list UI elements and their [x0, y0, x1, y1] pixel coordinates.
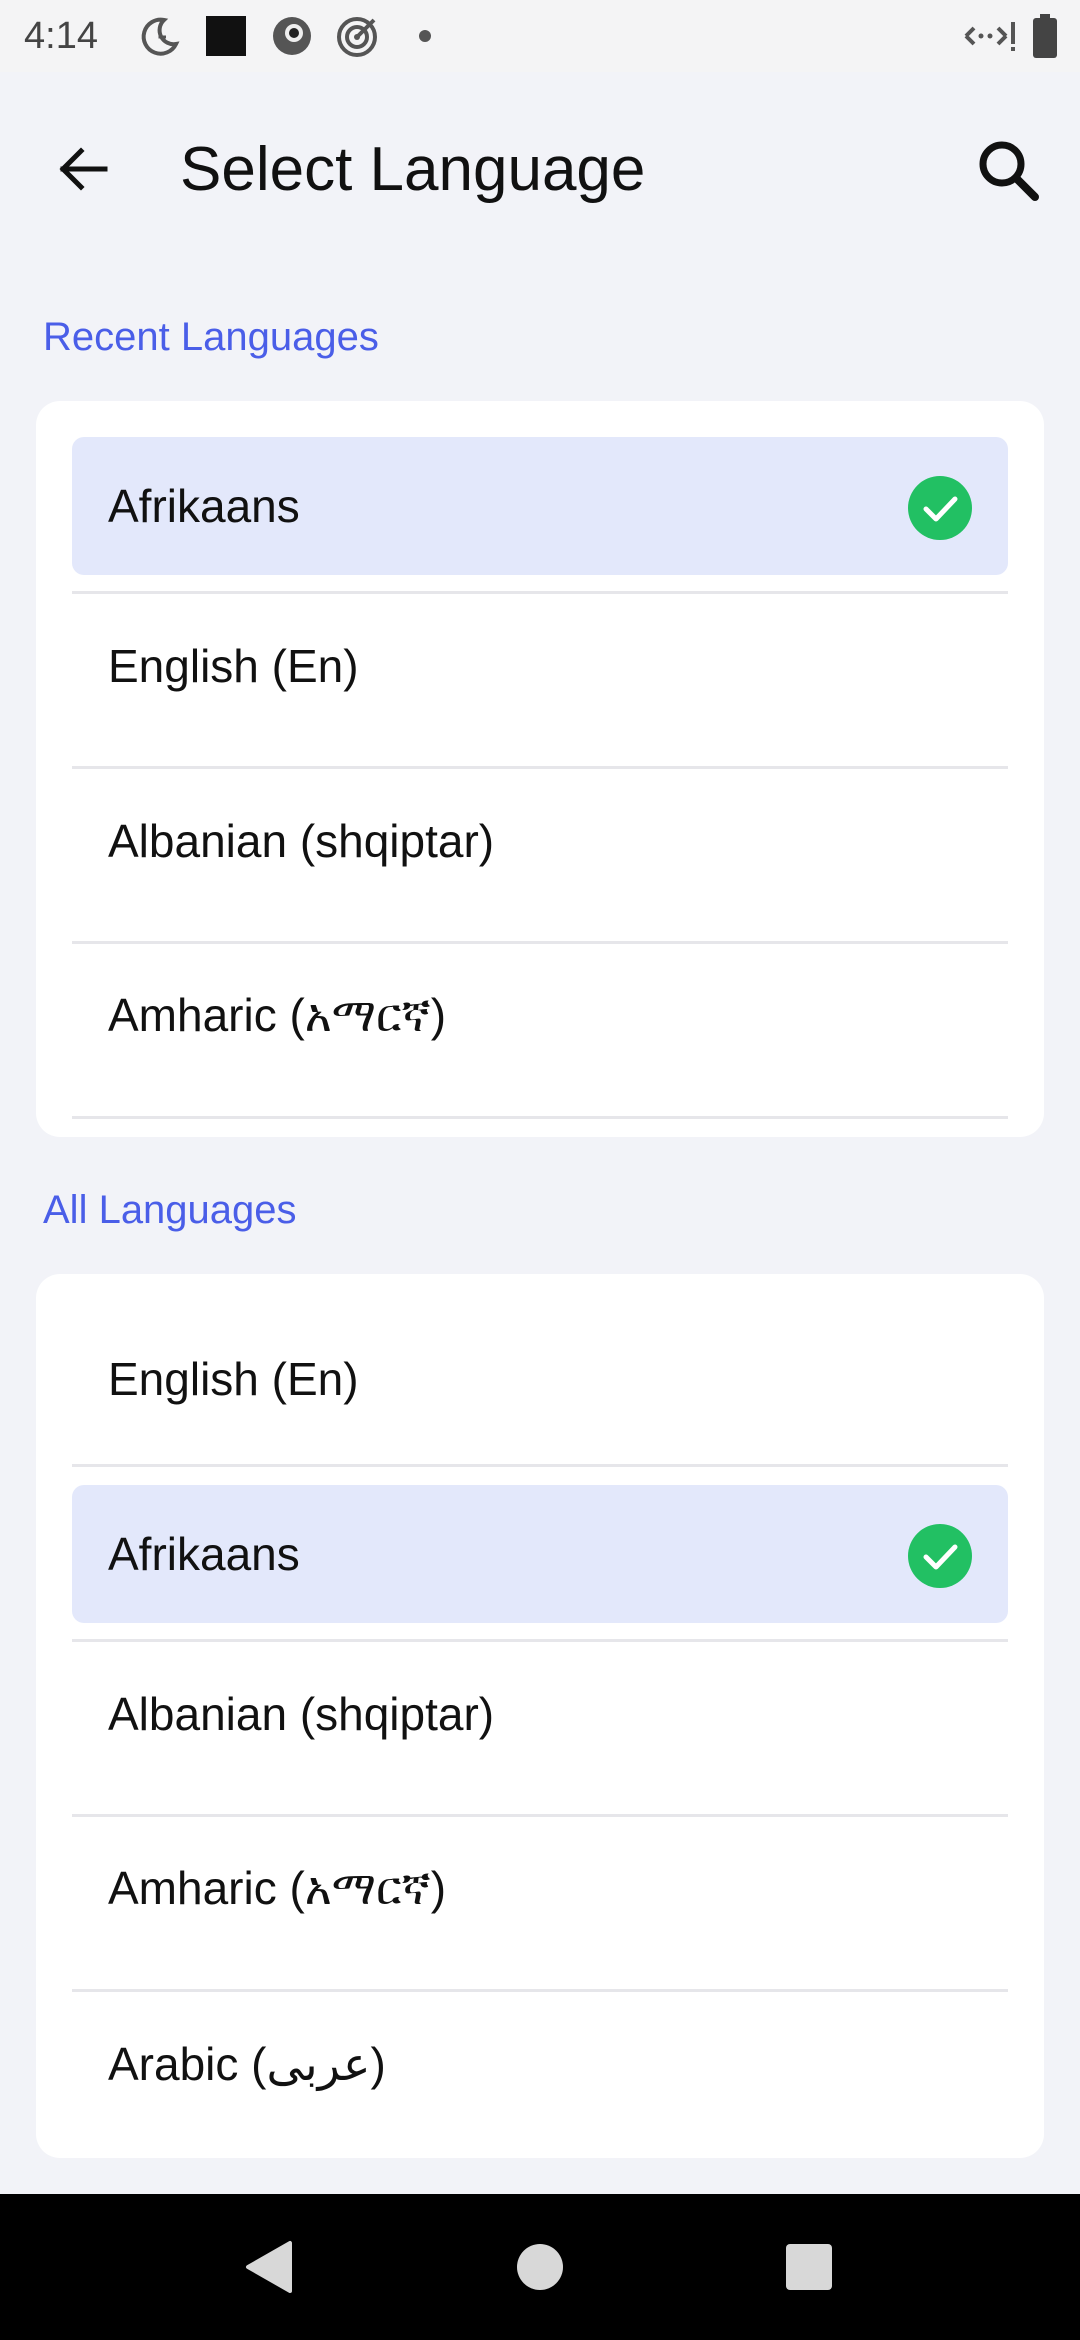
app-bar: Select Language: [0, 72, 1080, 272]
language-label: Amharic (አማርኛ): [108, 989, 447, 1041]
divider: [72, 941, 1008, 944]
all-languages-card: English (En) Afrikaans Albanian (shqipta…: [36, 1274, 1044, 2158]
language-label: Afrikaans: [108, 1528, 300, 1580]
language-label: English (En): [108, 1353, 359, 1405]
recent-language-item-amharic[interactable]: Amharic (አማርኛ): [72, 947, 1008, 1085]
search-button[interactable]: [966, 128, 1050, 212]
system-navigation-bar: [0, 2194, 1080, 2340]
divider: [72, 1464, 1008, 1467]
nav-recents-button[interactable]: [776, 2234, 842, 2300]
status-bar: 4:14: [0, 0, 1080, 72]
recent-language-item-english[interactable]: English (En): [72, 597, 1008, 735]
nav-home-button[interactable]: [507, 2234, 573, 2300]
search-icon: [979, 141, 1039, 201]
divider: [72, 591, 1008, 594]
language-label: Afrikaans: [108, 480, 300, 532]
language-label: Albanian (shqiptar): [108, 1688, 495, 1740]
do-not-disturb-icon: [138, 14, 182, 58]
arrow-left-icon: [59, 147, 108, 191]
status-time: 4:14: [24, 15, 98, 57]
language-label: Albanian (shqiptar): [108, 815, 495, 867]
recent-languages-card: Afrikaans English (En) Albanian (shqipta…: [36, 401, 1044, 1137]
back-button[interactable]: [42, 128, 124, 210]
language-label: Arabic (عربى): [108, 2038, 386, 2090]
divider: [72, 1989, 1008, 1992]
battery-icon: [1030, 14, 1060, 58]
recent-languages-heading: Recent Languages: [43, 315, 379, 359]
divider: [72, 1814, 1008, 1817]
all-language-item-amharic[interactable]: Amharic (አማርኛ): [72, 1820, 1008, 1958]
recent-language-item-afrikaans[interactable]: Afrikaans: [72, 437, 1008, 575]
square-recents-icon: [786, 2244, 832, 2290]
circle-home-icon: [517, 2244, 563, 2290]
nav-back-button[interactable]: [236, 2234, 302, 2300]
language-label: Amharic (አማርኛ): [108, 1862, 447, 1914]
check-circle-icon: [908, 476, 972, 540]
all-language-item-english[interactable]: English (En): [72, 1310, 1008, 1448]
record-icon: [270, 14, 314, 58]
notification-dot-icon: [410, 14, 454, 58]
all-languages-heading: All Languages: [43, 1188, 297, 1232]
divider: [72, 1116, 1008, 1119]
all-language-item-arabic[interactable]: Arabic (عربى): [72, 1995, 1008, 2133]
page-title: Select Language: [180, 135, 646, 204]
triangle-back-icon: [246, 2241, 292, 2293]
all-language-item-afrikaans[interactable]: Afrikaans: [72, 1485, 1008, 1623]
divider: [72, 766, 1008, 769]
language-label: English (En): [108, 640, 359, 692]
network-data-icon: [962, 14, 1018, 58]
square-app-icon: [204, 14, 248, 58]
target-icon: [336, 14, 380, 58]
all-language-item-albanian[interactable]: Albanian (shqiptar): [72, 1645, 1008, 1783]
divider: [72, 1639, 1008, 1642]
recent-language-item-albanian[interactable]: Albanian (shqiptar): [72, 772, 1008, 910]
check-circle-icon: [908, 1524, 972, 1588]
